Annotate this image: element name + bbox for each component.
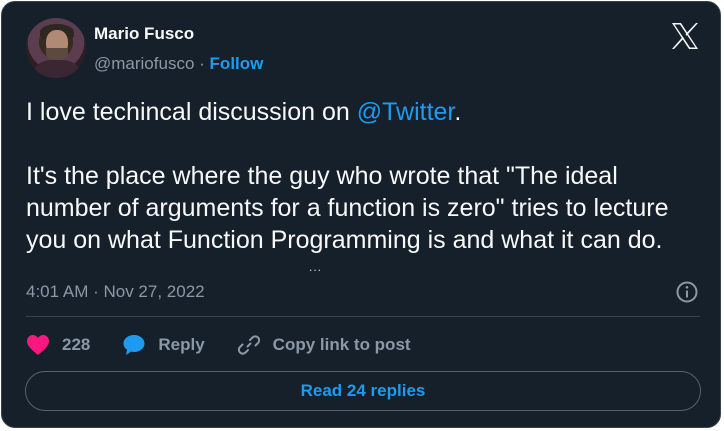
author-handle[interactable]: @mariofusco <box>94 54 194 73</box>
like-count: 228 <box>62 335 91 354</box>
action-bar: 228 Reply Copy link to post <box>26 332 443 358</box>
separator: · <box>199 54 205 73</box>
reply-button[interactable]: Reply <box>122 333 205 357</box>
tweet-line-1: I love techincal discussion on @Twitter. <box>26 96 706 128</box>
timestamp[interactable]: 4:01 AM · Nov 27, 2022 <box>26 282 205 302</box>
like-button[interactable]: 228 <box>26 334 90 356</box>
handle-row: @mariofusco · Follow <box>94 54 263 74</box>
tweet-text-period: . <box>454 98 462 126</box>
read-replies-button[interactable]: Read 24 replies <box>25 371 701 411</box>
info-icon[interactable] <box>675 280 699 304</box>
tweet-text: I love techincal discussion on @Twitter.… <box>26 96 706 256</box>
avatar[interactable] <box>26 18 86 78</box>
tweet-paragraph-2: It's the place where the guy who wrote t… <box>26 162 669 254</box>
link-icon <box>237 335 260 355</box>
copy-link-button[interactable]: Copy link to post <box>237 333 411 357</box>
tweet-card: Mario Fusco @mariofusco · Follow I love … <box>1 1 721 428</box>
heart-icon <box>27 335 49 355</box>
divider <box>26 316 700 317</box>
reply-label: Reply <box>158 335 205 354</box>
tweet-text-start: I love techincal discussion on <box>26 98 357 126</box>
truncation-ellipsis: ... <box>309 260 323 274</box>
follow-button[interactable]: Follow <box>210 54 264 73</box>
copy-link-label: Copy link to post <box>272 335 411 354</box>
x-logo-icon[interactable] <box>670 22 700 50</box>
author-name[interactable]: Mario Fusco <box>94 24 194 44</box>
speech-bubble-icon <box>123 335 145 355</box>
mention-link[interactable]: @Twitter <box>357 98 455 126</box>
